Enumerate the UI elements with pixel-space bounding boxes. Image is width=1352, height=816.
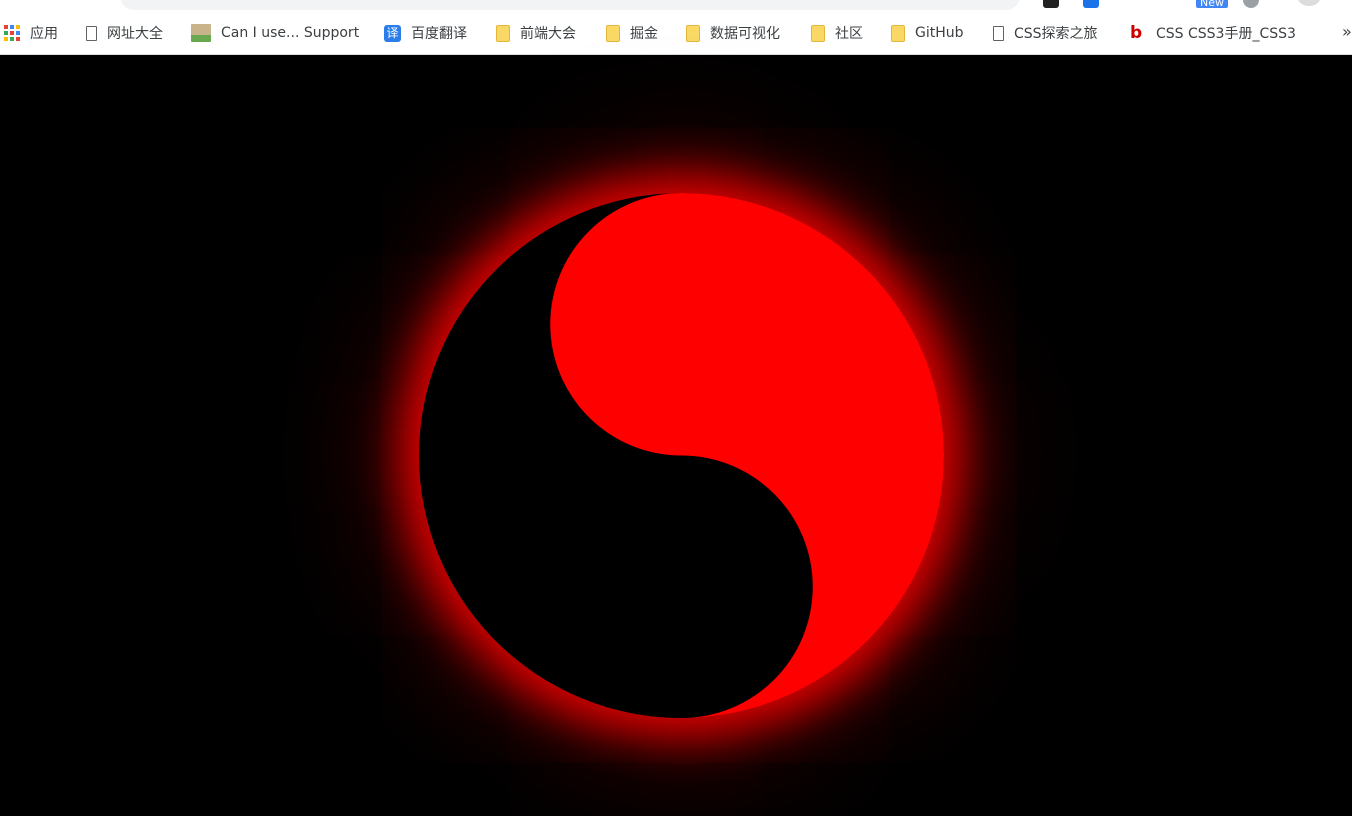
yin-dot [638,543,725,630]
bookmark-baidu-translate[interactable]: 译 百度翻译 [384,21,467,45]
bookmark-label: 前端大会 [520,26,576,42]
browser-toolbar: New [0,0,1352,12]
extension-icon[interactable] [1083,0,1099,8]
folder-icon [891,24,905,42]
bookmark-label: CSS CSS3手册_CSS3 [1156,26,1296,42]
bookmark-folder-juejin[interactable]: 掘金 [606,21,658,45]
new-badge[interactable]: New [1196,0,1228,9]
folder-icon [686,24,700,42]
page-icon [993,25,1004,41]
bookmark-apps[interactable]: 应用 [4,21,58,45]
bookmark-folder-frontend[interactable]: 前端大会 [496,21,576,45]
bookmark-label: GitHub [915,25,964,41]
bookmark-label: 百度翻译 [411,26,467,42]
bookmark-label: CSS探索之旅 [1014,26,1098,42]
folder-icon [811,24,825,42]
bookmark-label: 掘金 [630,26,658,42]
bookmark-css-explore[interactable]: CSS探索之旅 [993,21,1098,45]
yang-dot [638,281,725,368]
bookmark-label: 网址大全 [107,26,163,42]
bookmark-label: 社区 [835,26,863,42]
bookmark-label: 应用 [30,26,58,42]
address-bar[interactable] [120,0,1020,10]
bookmark-folder-github[interactable]: GitHub [891,21,964,45]
bookmark-wangzhi[interactable]: 网址大全 [86,21,163,45]
bookmark-caniuse[interactable]: Can I use... Support [191,21,359,45]
apps-grid-icon [4,25,20,41]
page-icon [86,25,97,41]
b-logo-icon: b [1130,23,1143,43]
extension-icon[interactable] [1043,0,1059,8]
bookmark-css3-manual[interactable]: b CSS CSS3手册_CSS3 [1130,21,1300,45]
more-bookmarks-chevron-icon[interactable]: » [1342,22,1352,41]
bookmark-folder-community[interactable]: 社区 [811,21,863,45]
yin-yang-symbol [419,193,944,718]
bookmark-label: 数据可视化 [710,26,780,42]
bookmark-folder-dataviz[interactable]: 数据可视化 [686,21,780,45]
page-canvas [0,55,1352,816]
folder-icon [606,24,620,42]
extension-icon[interactable] [1243,0,1259,8]
profile-avatar[interactable] [1297,0,1321,6]
translate-icon: 译 [384,24,401,42]
caniuse-icon [191,24,211,42]
bookmark-label: Can I use... Support [221,25,360,41]
bookmarks-bar: 应用 网址大全 Can I use... Support 译 百度翻译 前端大会… [0,12,1352,55]
folder-icon [496,24,510,42]
